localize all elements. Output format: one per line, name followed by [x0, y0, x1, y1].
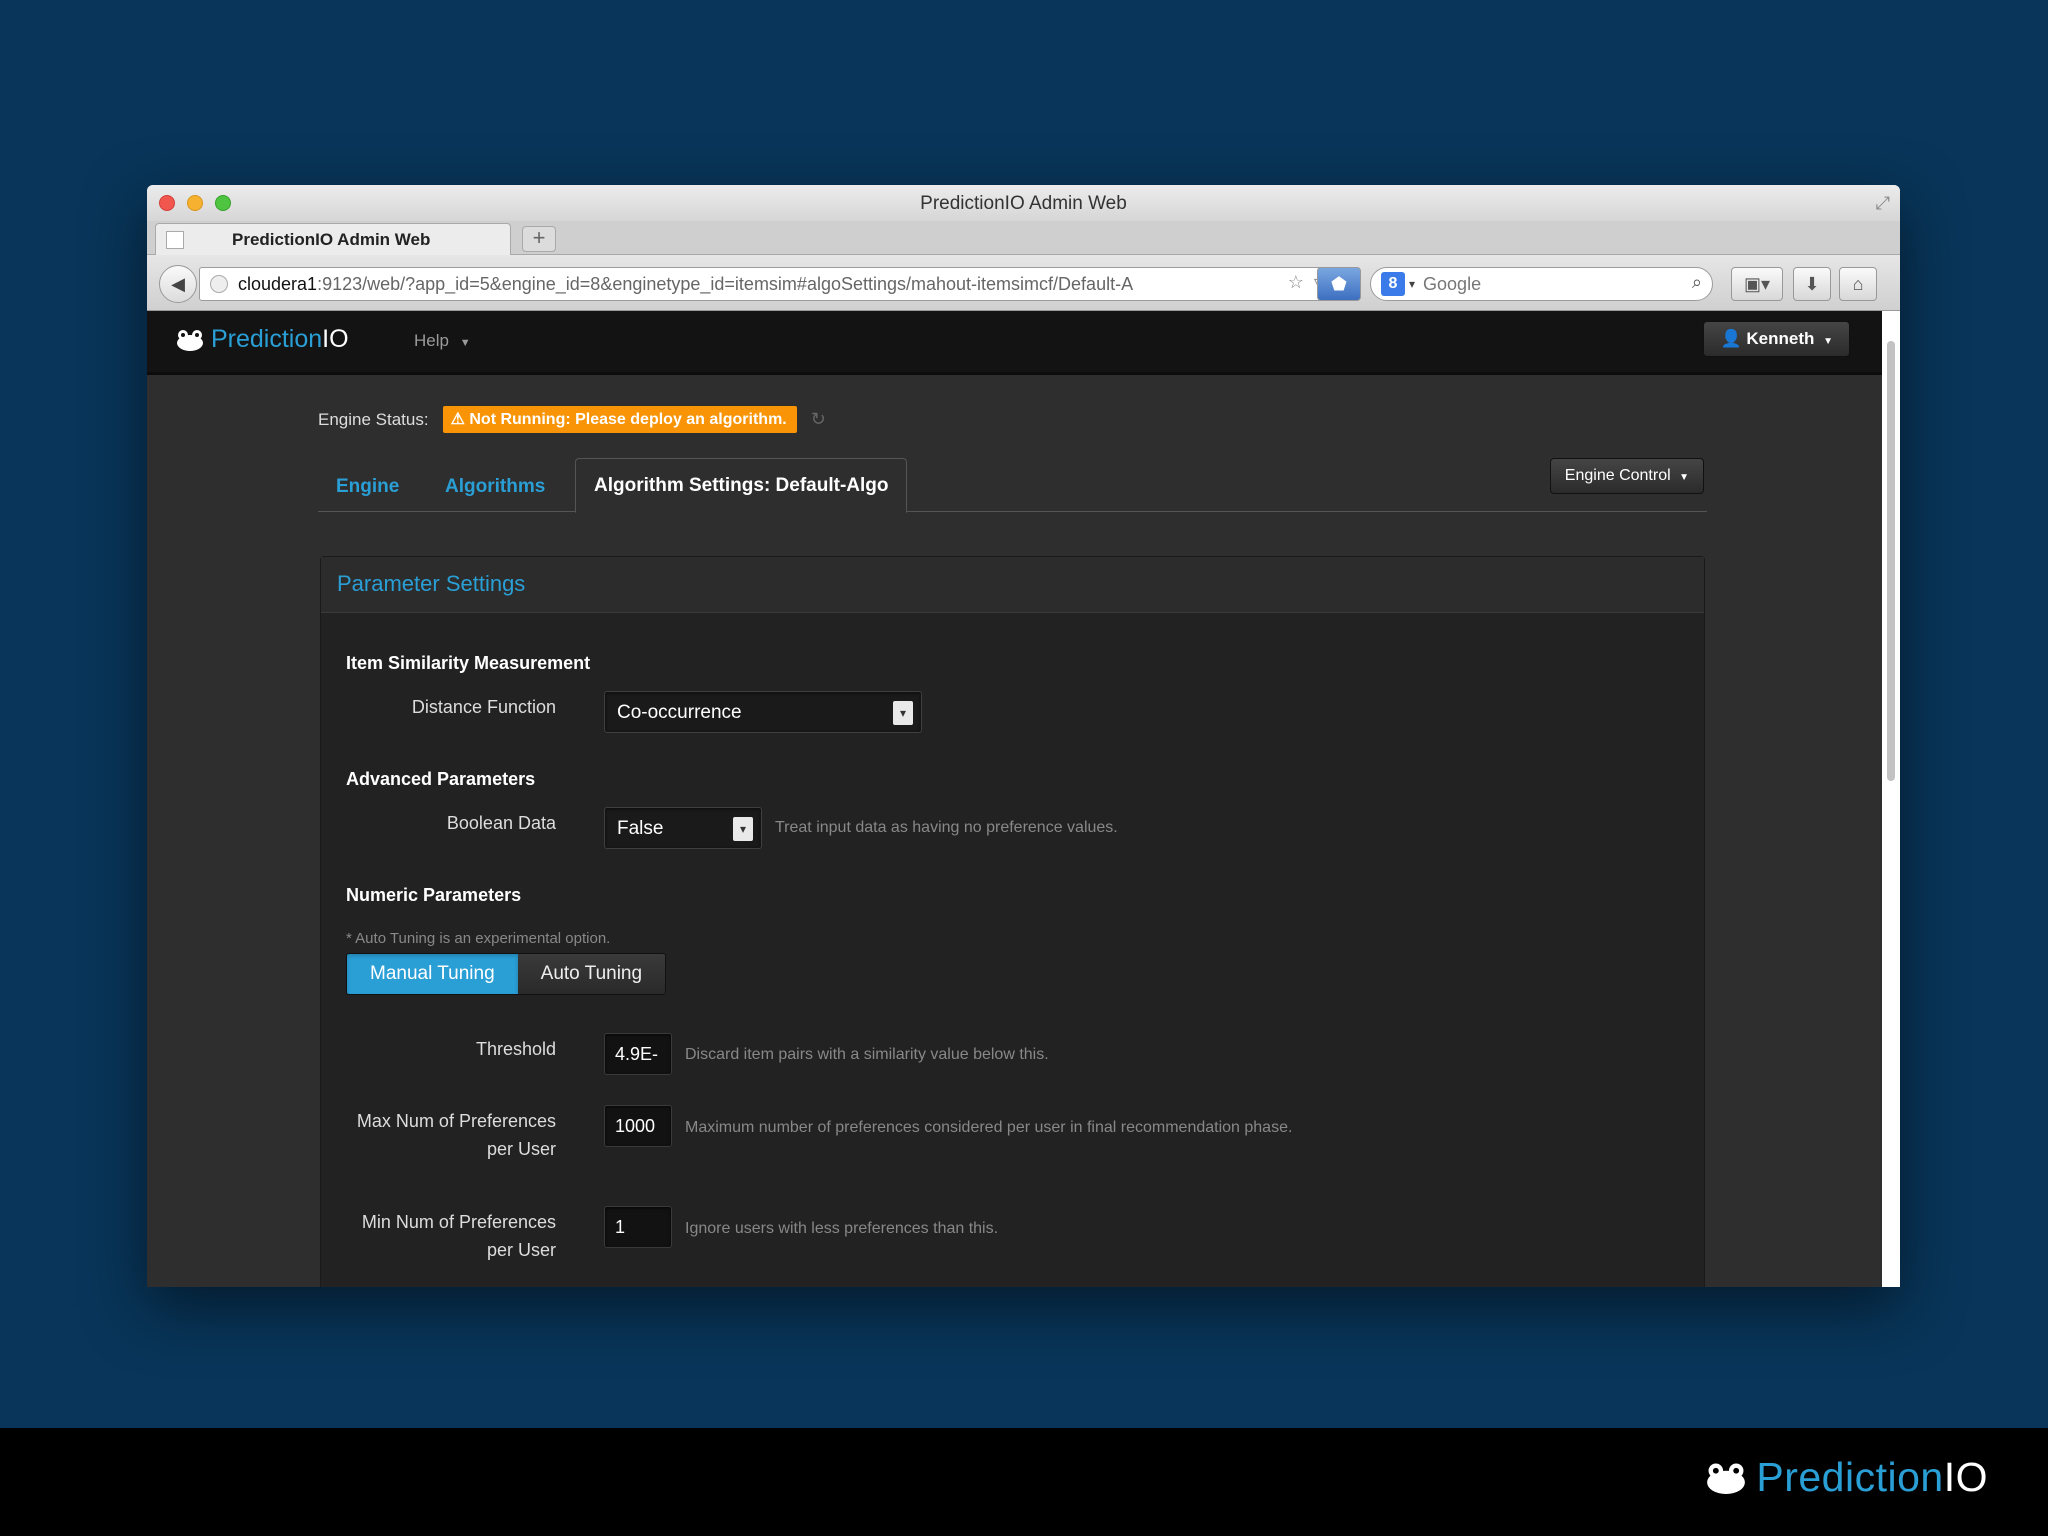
- min-preferences-label-line1: Min Num of Preferences: [361, 1212, 556, 1232]
- max-preferences-input[interactable]: 1000: [604, 1105, 672, 1147]
- select-arrow-icon: ▾: [893, 701, 913, 725]
- settings-tabs: Engine Algorithms Algorithm Settings: De…: [318, 458, 1707, 513]
- parameter-settings-panel: Parameter Settings Item Similarity Measu…: [320, 556, 1705, 1287]
- url-path: :9123/web/?app_id=5&engine_id=8&enginety…: [317, 273, 1134, 294]
- footer-brand-suffix: IO: [1943, 1454, 1988, 1500]
- brand-name-prefix: Prediction: [211, 325, 323, 353]
- brand-logo[interactable]: PredictionIO: [175, 325, 349, 354]
- engine-control-label: Engine Control: [1564, 467, 1671, 484]
- new-tab-button[interactable]: +: [522, 226, 556, 252]
- screenshot-icon[interactable]: ▣▾: [1731, 267, 1783, 301]
- select-arrow-icon: ▾: [733, 817, 753, 841]
- tab-algorithms[interactable]: Algorithms: [445, 476, 545, 498]
- page-viewport: PredictionIO Help ▼ 👤 Kenneth ▼ Engine S…: [147, 311, 1882, 1287]
- window-title: PredictionIO Admin Web: [920, 193, 1127, 214]
- status-badge: ⚠ Not Running: Please deploy an algorith…: [442, 406, 797, 433]
- max-preferences-label-line2: per User: [486, 1139, 556, 1159]
- footer-logo: PredictionIO: [1704, 1454, 1988, 1501]
- home-icon[interactable]: ⌂: [1839, 267, 1877, 301]
- user-menu-button[interactable]: 👤 Kenneth ▼: [1703, 321, 1850, 357]
- url-host: cloudera1: [238, 273, 318, 294]
- bookmark-star-icon[interactable]: ☆: [1288, 272, 1304, 293]
- caret-down-icon: ▼: [459, 337, 471, 349]
- user-name: Kenneth: [1746, 329, 1815, 348]
- browser-tab-title: PredictionIO Admin Web: [232, 229, 431, 249]
- tab-algorithm-settings[interactable]: Algorithm Settings: Default-Algo: [575, 458, 908, 513]
- slide-footer: PredictionIO: [0, 1428, 2048, 1536]
- distance-function-value: Co-occurrence: [617, 702, 742, 723]
- max-preferences-label: Max Num of Preferences per User: [357, 1107, 556, 1163]
- back-button[interactable]: ◀: [159, 265, 197, 303]
- download-icon[interactable]: ⬇: [1793, 267, 1831, 301]
- boolean-data-select[interactable]: False ▾: [604, 807, 762, 849]
- engine-status-label: Engine Status:: [318, 409, 429, 429]
- search-icon[interactable]: ⌕: [1692, 272, 1702, 293]
- user-icon: 👤: [1720, 329, 1742, 348]
- boolean-data-label: Boolean Data: [446, 813, 556, 833]
- min-preferences-help: Ignore users with less preferences than …: [685, 1220, 999, 1237]
- max-preferences-label-line1: Max Num of Preferences: [356, 1111, 556, 1131]
- status-badge-text: Not Running: Please deploy an algorithm.: [469, 411, 787, 428]
- max-preferences-help: Maximum number of preferences considered…: [685, 1119, 1293, 1136]
- footer-brand-prefix: Prediction: [1756, 1454, 1944, 1500]
- threshold-help: Discard item pairs with a similarity val…: [685, 1046, 1049, 1063]
- boolean-data-help: Treat input data as having no preference…: [775, 819, 1118, 836]
- favicon-icon: [166, 230, 184, 249]
- threshold-input[interactable]: 4.9E-: [604, 1033, 672, 1075]
- loading-spinner-icon: ↻: [810, 409, 826, 429]
- engine-control-button[interactable]: Engine Control ▼: [1549, 458, 1704, 494]
- advanced-heading: Advanced Parameters: [346, 769, 536, 789]
- fullscreen-icon[interactable]: ⤢: [1876, 193, 1890, 214]
- brand-name-suffix: IO: [322, 325, 349, 353]
- search-bar[interactable]: 8 ▾ Google ⌕: [1370, 267, 1713, 301]
- frog-logo-icon: [177, 329, 203, 351]
- similarity-heading: Item Similarity Measurement: [346, 653, 591, 673]
- caret-down-icon: ▼: [1823, 336, 1833, 347]
- sync-icon[interactable]: ⬟: [1317, 267, 1361, 301]
- browser-toolbar: cloudera1 :9123/web/?app_id=5&engine_id=…: [147, 255, 1900, 311]
- browser-window: PredictionIO Admin Web ⤢ PredictionIO Ad…: [147, 185, 1900, 1287]
- title-bar: PredictionIO Admin Web ⤢: [147, 185, 1900, 221]
- help-menu[interactable]: Help ▼: [414, 331, 471, 351]
- panel-title: Parameter Settings: [321, 557, 1704, 613]
- search-placeholder: Google: [1423, 273, 1482, 294]
- search-engine-icon[interactable]: 8: [1381, 272, 1405, 296]
- warning-icon: ⚠: [450, 411, 465, 428]
- browser-tab-bar: PredictionIO Admin Web +: [147, 221, 1900, 255]
- tuning-toggle: Manual Tuning Auto Tuning: [346, 953, 667, 995]
- page-scrollbar[interactable]: [1882, 311, 1900, 1287]
- help-label: Help: [414, 331, 449, 350]
- auto-tuning-button[interactable]: Auto Tuning: [517, 954, 666, 994]
- boolean-data-value: False: [617, 818, 664, 839]
- browser-tab[interactable]: PredictionIO Admin Web: [155, 223, 511, 255]
- address-bar[interactable]: cloudera1 :9123/web/?app_id=5&engine_id=…: [199, 267, 1359, 301]
- caret-down-icon: ▼: [1679, 472, 1689, 483]
- site-identity-icon[interactable]: [210, 275, 228, 293]
- min-preferences-label: Min Num of Preferences per User: [362, 1208, 556, 1264]
- auto-tuning-note: * Auto Tuning is an experimental option.: [346, 930, 611, 947]
- search-engine-dropdown-icon[interactable]: ▾: [1409, 277, 1415, 291]
- min-preferences-label-line2: per User: [486, 1240, 556, 1260]
- frog-logo-icon: [1707, 1462, 1746, 1494]
- engine-status-row: Engine Status: ⚠ Not Running: Please dep…: [318, 406, 826, 433]
- app-navbar: PredictionIO Help ▼ 👤 Kenneth ▼: [147, 311, 1882, 375]
- numeric-heading: Numeric Parameters: [346, 885, 522, 905]
- threshold-label: Threshold: [475, 1039, 556, 1059]
- scrollbar-thumb[interactable]: [1887, 341, 1895, 781]
- manual-tuning-button[interactable]: Manual Tuning: [347, 954, 518, 994]
- min-preferences-input[interactable]: 1: [604, 1206, 672, 1248]
- distance-function-select[interactable]: Co-occurrence ▾: [604, 691, 922, 733]
- tab-engine[interactable]: Engine: [336, 476, 399, 498]
- distance-function-label: Distance Function: [411, 697, 556, 717]
